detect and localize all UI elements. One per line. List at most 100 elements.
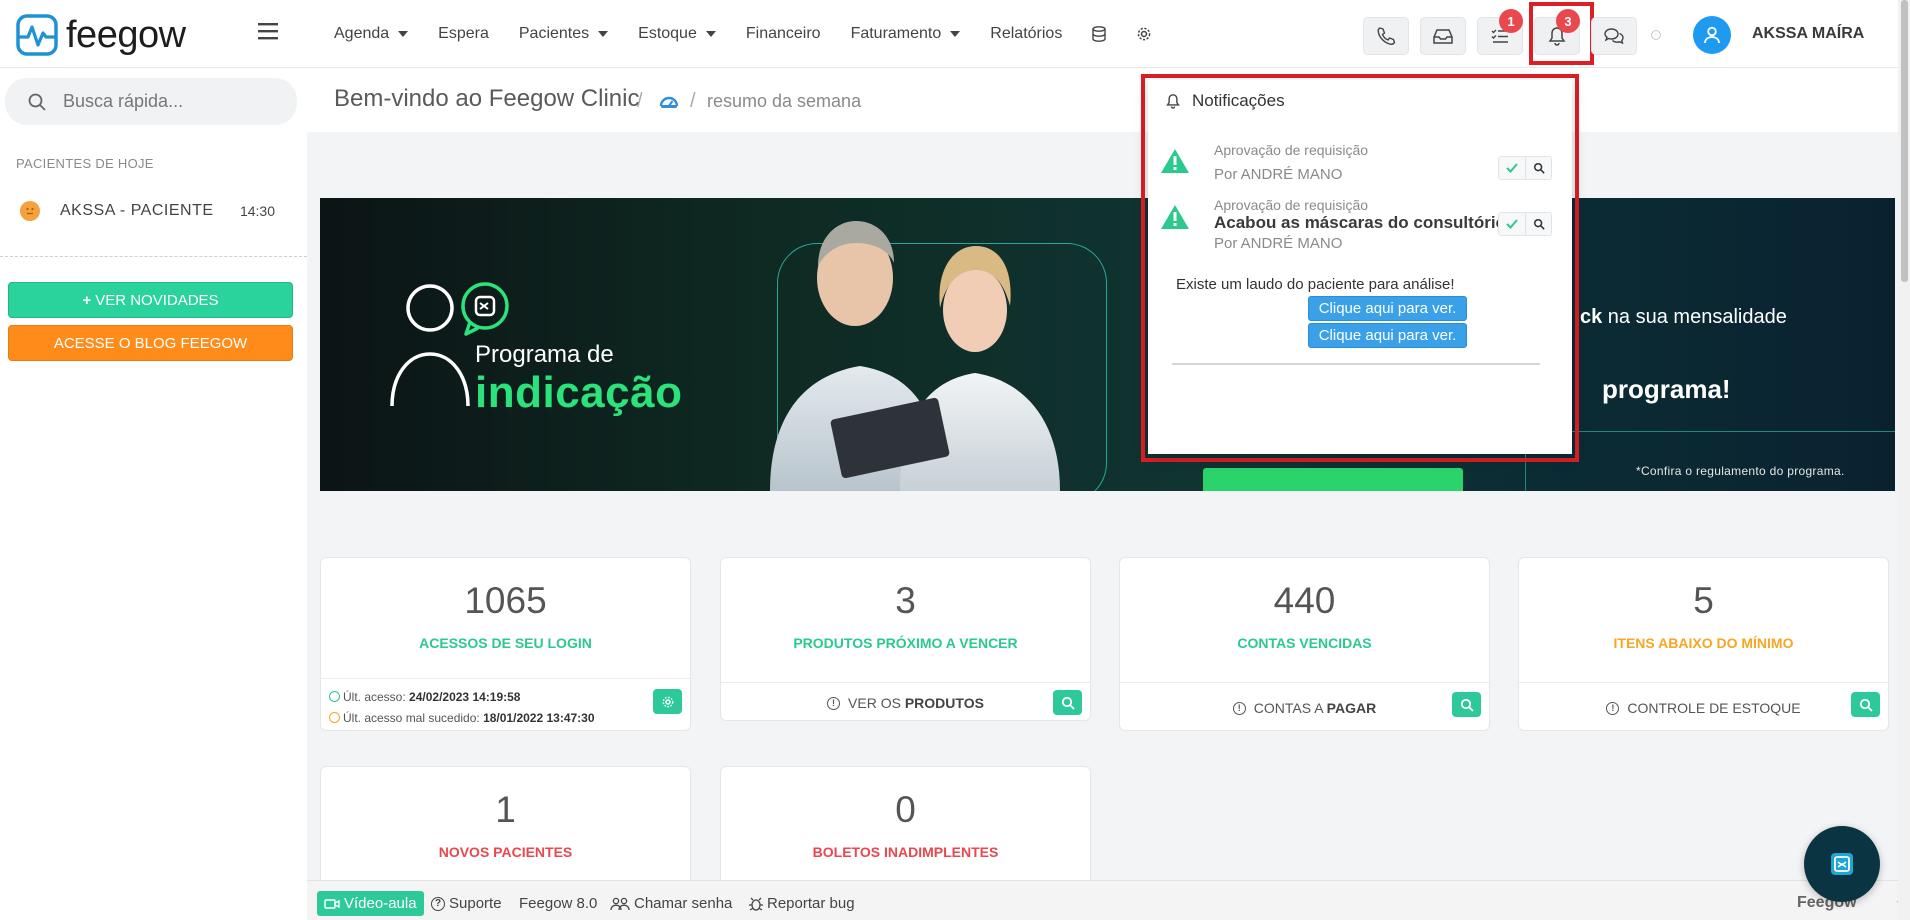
report-bug-link[interactable]: Reportar bug [749,895,855,912]
nav-relatorios[interactable]: Relatórios [990,25,1062,43]
bell-icon [1166,93,1180,109]
approve-button[interactable] [1499,157,1525,179]
referral-banner[interactable]: Programa de indicação ck na sua mensalid… [320,198,1895,491]
card-label: NOVOS PACIENTES [438,844,573,860]
notification-type: Aprovação de requisição [1214,197,1369,213]
notification-author: Por ANDRÉ MANO [1214,166,1343,183]
nav-financeiro[interactable]: Financeiro [746,25,821,43]
database-icon[interactable] [1092,26,1107,42]
nav-label: Agenda [334,25,390,42]
warning-circle-icon [329,712,340,723]
dashboard-icon[interactable] [659,92,679,110]
nav-agenda[interactable]: Agenda [334,25,409,43]
warning-icon [1161,205,1189,229]
menu-icon[interactable] [258,22,278,40]
card-footer: ! CONTAS A PAGAR [1120,682,1489,730]
chat-button[interactable] [1591,17,1637,55]
phone-button[interactable] [1363,17,1409,55]
search-input[interactable] [61,90,281,113]
doctors-photo [770,221,1060,491]
inbox-button[interactable] [1420,17,1466,55]
logo-mark-icon [16,14,58,56]
version-text: Feegow 8.0 [519,895,598,912]
search-stock-button[interactable] [1851,692,1880,717]
feegow-logo[interactable]: feegow [16,14,186,56]
view-button[interactable] [1525,157,1551,179]
card-footer: ! VER OS PRODUTOS [721,682,1090,722]
support-link[interactable]: ? Suporte [431,895,502,912]
chevron-down-icon [398,31,409,37]
nav-espera[interactable]: Espera [438,25,489,43]
card-value: 5 [1693,580,1714,621]
card-overdue-bills: 0 BOLETOS INADIMPLENTES [720,766,1091,896]
avatar[interactable] [1693,16,1731,54]
card-value: 0 [895,789,916,830]
banner-cashback-text: ck na sua mensalidade [1580,306,1787,329]
status-indicator [1651,30,1661,40]
last-access-value: 24/02/2023 14:19:58 [409,690,521,704]
magnify-icon [1533,218,1545,230]
nav-estoque[interactable]: Estoque [638,25,716,43]
nav-label: Pacientes [518,25,590,42]
nav-label: Estoque [638,25,697,42]
banner-cash-rest: na sua mensalidade [1602,306,1787,328]
magnify-icon [1061,696,1075,710]
bug-icon [749,897,763,911]
view-products-link[interactable]: ! VER OS PRODUTOS [721,695,1090,711]
support-label: Suporte [449,895,502,912]
breadcrumb-separator: / [637,90,643,112]
video-lesson-button[interactable]: Vídeo-aula [317,891,424,916]
report-bug-label: Reportar bug [767,895,855,912]
login-settings-button[interactable] [653,689,682,714]
gear-icon [662,696,673,707]
foot-bold: PRODUTOS [904,695,984,711]
search-products-button[interactable] [1053,690,1082,715]
card-value: 3 [895,580,916,621]
info-icon: ! [1232,701,1246,715]
inbox-icon [1433,29,1453,44]
foot-prefix: CONTAS A [1253,700,1327,716]
card-label: ITENS ABAIXO DO MÍNIMO [1613,635,1794,651]
last-access-label: Últ. acesso: [343,690,406,704]
patient-status-icon [20,201,40,221]
notifications-divider [1172,363,1540,365]
view-button[interactable] [1525,213,1551,235]
approve-button[interactable] [1499,213,1525,235]
magnify-icon [1533,162,1545,174]
view-report-link[interactable]: Clique aqui para ver. [1308,323,1467,348]
call-password-link[interactable]: Chamar senha [610,895,732,912]
ver-novidades-button[interactable]: + VER NOVIDADES [8,282,293,318]
notification-item[interactable]: Aprovação de requisição Por ANDRÉ MANO [1148,140,1572,200]
banner-cta-button[interactable] [1203,468,1463,491]
user-name[interactable]: AKSSA MAÍRA [1752,25,1864,43]
patient-time: 14:30 [239,203,275,219]
gear-icon[interactable] [1136,26,1152,42]
notification-item[interactable]: Aprovação de requisição Acabou as máscar… [1148,195,1572,275]
card-label: PRODUTOS PRÓXIMO A VENCER [793,635,1018,651]
foot-prefix: VER OS [848,695,905,711]
view-report-link[interactable]: Clique aqui para ver. [1308,296,1467,321]
last-access-row: Últ. acesso: 24/02/2023 14:19:58 [329,687,595,708]
chevron-down-icon [598,31,609,37]
foot-prefix: CONTROLE DE ESTOQUE [1627,700,1801,716]
video-lesson-label: Vídeo-aula [344,895,417,912]
patient-list-item[interactable]: AKSSA - PACIENTE 14:30 [20,196,285,226]
accounts-payable-link[interactable]: ! CONTAS A PAGAR [1120,700,1489,716]
card-footer: ! CONTROLE DE ESTOQUE [1519,682,1888,730]
nav-faturamento[interactable]: Faturamento [851,25,961,43]
blog-button[interactable]: ACESSE O BLOG FEEGOW [8,325,293,361]
check-icon [1506,219,1518,229]
floating-chat-button[interactable] [1804,826,1880,902]
card-expiring-products: 3 PRODUTOS PRÓXIMO A VENCER ! VER OS PRO… [720,557,1091,721]
notification-actions [1498,212,1552,236]
banner-indicacao-text: indicação [475,368,683,417]
breadcrumb-separator: / [690,90,696,112]
main-content: Bem-vindo ao Feegow Clinic / / resumo da… [307,68,1910,896]
nav-label: Relatórios [990,25,1063,42]
stock-control-link[interactable]: ! CONTROLE DE ESTOQUE [1519,700,1888,716]
notification-message: Acabou as máscaras do consultório. [1214,213,1511,232]
sidebar-divider [0,256,307,257]
nav-pacientes[interactable]: Pacientes [518,25,609,43]
scrollbar-thumb[interactable] [1901,0,1908,282]
search-accounts-button[interactable] [1452,692,1481,717]
